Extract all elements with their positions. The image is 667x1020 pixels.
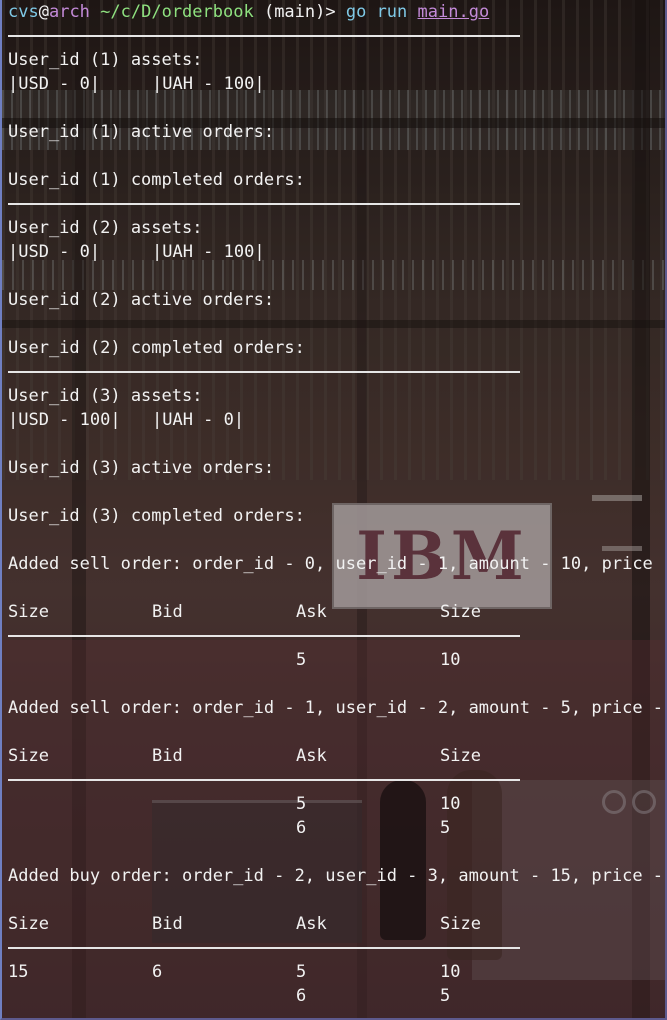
separator-line (8, 360, 665, 384)
terminal-output[interactable]: cvs@arch ~/c/D/orderbook (main)> go run … (8, 0, 665, 1008)
orderbook-header: Size Bid Ask Size (8, 912, 665, 936)
header-ask-size: Size (440, 602, 481, 622)
user-active-orders-title: User_id (2) active orders: (8, 290, 275, 310)
uah-balance: |UAH - 0| (152, 410, 245, 430)
orderbook-row: 5 10 (8, 648, 665, 672)
terminal-window[interactable]: IBM cvs@arch ~/c/D/orderbook (main)> go … (0, 0, 667, 1020)
user-completed-orders-title: User_id (3) completed orders: (8, 506, 305, 526)
ask-size-cell: 5 (440, 986, 451, 1006)
ask-size-cell: 10 (440, 794, 461, 814)
usd-balance: |USD - 100| (8, 410, 121, 430)
user-active-orders-title: User_id (3) active orders: (8, 458, 275, 478)
header-bid-size: Size (8, 746, 49, 766)
command-text: go run (345, 2, 408, 22)
user-completed-orders-title: User_id (2) completed orders: (8, 338, 305, 358)
orderbook-header: Size Bid Ask Size (8, 600, 665, 624)
usd-balance: |USD - 0| (8, 242, 101, 262)
bid-cell: 6 (152, 962, 163, 982)
user-completed-orders-title: User_id (1) completed orders: (8, 170, 305, 190)
header-bid: Bid (152, 602, 183, 622)
header-bid-size: Size (8, 914, 49, 934)
orderbook-row: 5 10 (8, 792, 665, 816)
orderbook-row: 65 (8, 816, 665, 840)
uah-balance: |UAH - 100| (152, 242, 265, 262)
separator-line (8, 768, 665, 792)
orderbook-row: 65 (8, 984, 665, 1008)
order-added-message: Added sell order: order_id - 0, user_id … (8, 554, 667, 574)
separator-line (8, 192, 665, 216)
user-assets-row: |USD - 0| |UAH - 100| (8, 72, 665, 96)
ask-cell: 6 (296, 818, 307, 838)
separator-line (8, 24, 665, 48)
header-bid-size: Size (8, 602, 49, 622)
header-bid: Bid (152, 746, 183, 766)
user-assets-row: |USD - 0| |UAH - 100| (8, 240, 665, 264)
header-ask-size: Size (440, 746, 481, 766)
separator-line (8, 936, 665, 960)
prompt-branch: (main)> (263, 2, 336, 22)
header-ask: Ask (296, 746, 327, 766)
header-ask: Ask (296, 914, 327, 934)
ask-size-cell: 5 (440, 818, 451, 838)
prompt-host: arch (48, 2, 90, 22)
orderbook-row: 15 6 5 10 (8, 960, 665, 984)
ask-cell: 5 (296, 650, 307, 670)
ask-cell: 5 (296, 794, 307, 814)
prompt-at: @ (38, 2, 49, 22)
orderbook-header: Size Bid Ask Size (8, 744, 665, 768)
prompt-user: cvs (8, 2, 39, 22)
header-ask: Ask (296, 602, 327, 622)
order-added-message: Added sell order: order_id - 1, user_id … (8, 698, 667, 718)
prompt-path: ~/c/D/orderbook (100, 2, 254, 22)
ask-cell: 6 (296, 986, 307, 1006)
ask-size-cell: 10 (440, 962, 461, 982)
uah-balance: |UAH - 100| (152, 74, 265, 94)
command-file-link[interactable]: main.go (418, 2, 490, 22)
user-assets-row: |USD - 100| |UAH - 0| (8, 408, 665, 432)
separator-line (8, 624, 665, 648)
bid-size-cell: 15 (8, 962, 29, 982)
user-active-orders-title: User_id (1) active orders: (8, 122, 275, 142)
user-assets-title: User_id (2) assets: (8, 218, 203, 238)
ask-cell: 5 (296, 962, 307, 982)
header-bid: Bid (152, 914, 183, 934)
order-added-message: Added buy order: order_id - 2, user_id -… (8, 866, 667, 886)
user-assets-title: User_id (1) assets: (8, 50, 203, 70)
header-ask-size: Size (440, 914, 481, 934)
usd-balance: |USD - 0| (8, 74, 101, 94)
ask-size-cell: 10 (440, 650, 461, 670)
user-assets-title: User_id (3) assets: (8, 386, 203, 406)
shell-prompt-line: cvs@arch ~/c/D/orderbook (main)> go run … (8, 0, 665, 24)
